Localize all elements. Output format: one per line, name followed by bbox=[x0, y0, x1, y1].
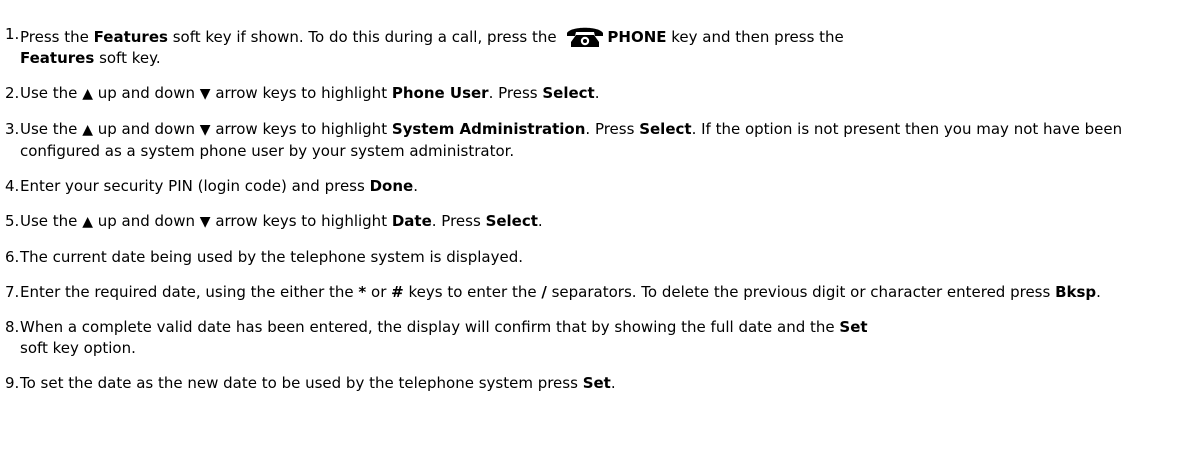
step-text: . bbox=[1096, 283, 1101, 301]
step-text: up and down bbox=[92, 120, 200, 138]
step-number: 8. bbox=[5, 318, 20, 336]
features-softkey-label: Features bbox=[93, 28, 168, 46]
step-text: . Press bbox=[585, 120, 640, 138]
menu-option-label: System Administration bbox=[391, 120, 586, 138]
step-text: keys to enter the bbox=[403, 283, 542, 301]
step-text: Enter your security PIN (login code) and… bbox=[20, 177, 370, 195]
bksp-softkey-label: Bksp bbox=[1055, 283, 1097, 301]
step-text: The current date being used by the telep… bbox=[20, 248, 523, 266]
step-text: up and down bbox=[92, 212, 200, 230]
done-softkey-label: Done bbox=[369, 177, 414, 195]
step-3: 3. Use the ▲ up and down ▼ arrow keys to… bbox=[0, 119, 1198, 162]
step-text: To set the date as the new date to be us… bbox=[20, 374, 583, 392]
step-5: 5. Use the ▲ up and down ▼ arrow keys to… bbox=[0, 211, 1198, 233]
menu-option-label: Phone User bbox=[391, 84, 489, 102]
step-number: 3. bbox=[5, 120, 20, 138]
step-text: Use the bbox=[20, 84, 83, 102]
up-arrow-icon: ▲ bbox=[82, 86, 93, 102]
step-number: 2. bbox=[5, 84, 20, 102]
step-text: separators. To delete the previous digit… bbox=[546, 283, 1056, 301]
features-softkey-label: Features bbox=[20, 49, 95, 67]
step-text: arrow keys to highlight bbox=[210, 84, 392, 102]
up-arrow-icon: ▲ bbox=[82, 122, 93, 138]
set-softkey-label: Set bbox=[839, 318, 868, 336]
step-text: up and down bbox=[92, 84, 200, 102]
select-softkey-label: Select bbox=[485, 212, 538, 230]
step-text: arrow keys to highlight bbox=[210, 212, 392, 230]
step-text: . bbox=[610, 374, 616, 392]
step-text: soft key if shown. To do this during a c… bbox=[167, 28, 562, 46]
select-softkey-label: Select bbox=[542, 84, 595, 102]
hash-key-label: # bbox=[391, 283, 404, 301]
set-softkey-label: Set bbox=[582, 374, 611, 392]
step-number: 1. bbox=[5, 25, 20, 43]
step-text: arrow keys to highlight bbox=[210, 120, 392, 138]
step-text: Enter the required date, using the eithe… bbox=[20, 283, 359, 301]
down-arrow-icon: ▼ bbox=[199, 214, 211, 230]
select-softkey-label: Select bbox=[639, 120, 692, 138]
step-number: 9. bbox=[5, 374, 20, 392]
step-4: 4. Enter your security PIN (login code) … bbox=[0, 176, 1198, 197]
step-6: 6. The current date being used by the te… bbox=[0, 247, 1198, 268]
step-text: . Press bbox=[488, 84, 543, 102]
step-text: . bbox=[413, 177, 418, 195]
step-text: When a complete valid date has been ente… bbox=[20, 318, 840, 336]
step-number: 4. bbox=[5, 177, 20, 195]
up-arrow-icon: ▲ bbox=[82, 214, 93, 230]
step-9: 9. To set the date as the new date to be… bbox=[0, 373, 1198, 394]
instruction-steps: 1. Press the Features soft key if shown.… bbox=[0, 0, 1198, 394]
step-2: 2. Use the ▲ up and down ▼ arrow keys to… bbox=[0, 83, 1198, 105]
phone-key-label: PHONE bbox=[607, 28, 667, 46]
down-arrow-icon: ▼ bbox=[199, 86, 211, 102]
phone-icon bbox=[567, 27, 604, 47]
down-arrow-icon: ▼ bbox=[199, 122, 211, 138]
step-text: Use the bbox=[20, 120, 83, 138]
step-8: 8. When a complete valid date has been e… bbox=[0, 317, 1198, 359]
step-number: 5. bbox=[5, 212, 20, 230]
step-number: 6. bbox=[5, 248, 20, 266]
step-text: Press the bbox=[20, 28, 94, 46]
step-text: . bbox=[594, 84, 600, 102]
step-text: soft key. bbox=[94, 49, 161, 67]
step-text: key and then press the bbox=[666, 28, 844, 46]
step-number: 7. bbox=[5, 283, 20, 301]
step-text: Use the bbox=[20, 212, 83, 230]
step-1: 1. Press the Features soft key if shown.… bbox=[0, 24, 1198, 69]
step-text: soft key option. bbox=[20, 339, 136, 357]
menu-option-label: Date bbox=[391, 212, 432, 230]
step-7: 7. Enter the required date, using the ei… bbox=[0, 282, 1198, 303]
step-text: or bbox=[366, 283, 392, 301]
step-text: . bbox=[537, 212, 543, 230]
step-text: . Press bbox=[431, 212, 486, 230]
